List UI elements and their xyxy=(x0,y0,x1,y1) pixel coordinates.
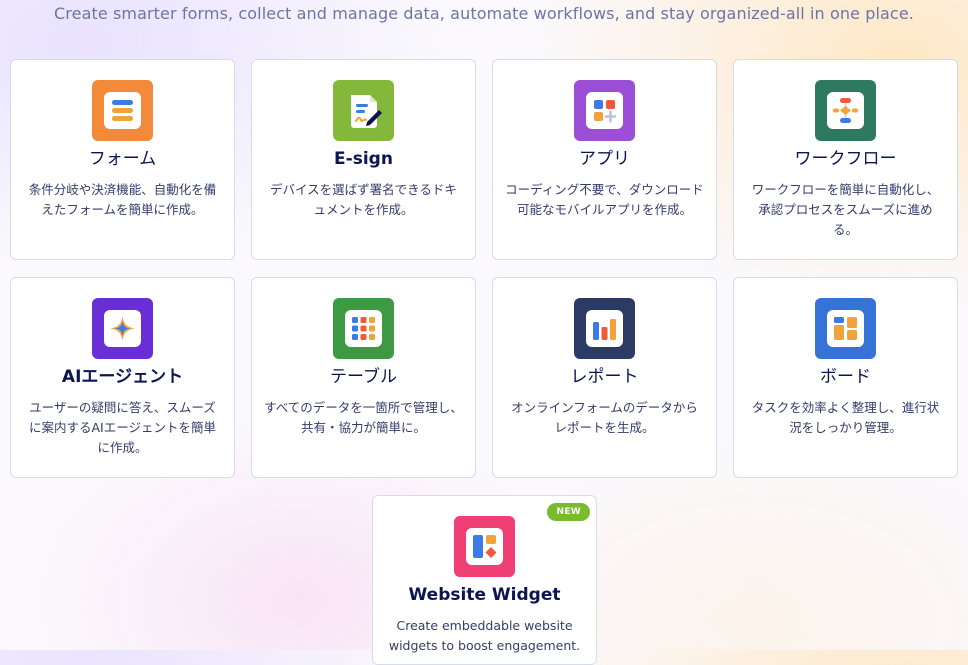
card-title: ワークフロー xyxy=(794,149,897,169)
app-grid-icon xyxy=(586,92,623,129)
card-description: タスクを効率よく整理し、進行状況をしっかり管理。 xyxy=(751,400,940,435)
product-card-boards[interactable]: ボード タスクを効率よく整理し、進行状況をしっかり管理。 xyxy=(733,277,958,478)
product-card-ai-agent[interactable]: AIエージェント ユーザーの疑問に答え、スムーズに案内するAIエージェントを簡単… xyxy=(10,277,235,478)
card-title: E-sign xyxy=(334,149,393,169)
product-card-reports[interactable]: レポート オンラインフォームのデータからレポートを生成。 xyxy=(492,277,717,478)
forms-icon-tile xyxy=(92,80,153,141)
product-card-apps[interactable]: アプリ コーディング不要で、ダウンロード可能なモバイルアプリを作成。 xyxy=(492,59,717,260)
esign-icon-tile xyxy=(333,80,394,141)
product-card-website-widget[interactable]: NEW Website Widget Create embeddable web… xyxy=(372,495,597,665)
product-card-workflow[interactable]: ワークフロー ワークフローを簡単に自動化し、承認プロセスをスムーズに進める。 xyxy=(733,59,958,260)
table-grid-icon xyxy=(345,310,382,347)
card-title: アプリ xyxy=(579,149,630,169)
card-description: すべてのデータを一箇所で管理し、共有・協力が簡単に。 xyxy=(264,400,463,435)
ai-sparkle-icon xyxy=(104,310,141,347)
card-title: Website Widget xyxy=(408,585,561,605)
widget-icon xyxy=(466,528,503,565)
board-icon xyxy=(827,310,864,347)
card-title: AIエージェント xyxy=(61,367,184,387)
card-description: コーディング不要で、ダウンロード可能なモバイルアプリを作成。 xyxy=(505,182,704,217)
form-icon xyxy=(104,92,141,129)
card-title: テーブル xyxy=(330,367,397,387)
page-subtitle: Create smarter forms, collect and manage… xyxy=(54,4,914,23)
apps-icon-tile xyxy=(574,80,635,141)
card-description: オンラインフォームのデータからレポートを生成。 xyxy=(511,400,698,435)
card-title: レポート xyxy=(570,367,639,387)
reports-icon-tile xyxy=(574,298,635,359)
card-title: ボード xyxy=(820,367,871,387)
product-card-esign[interactable]: E-sign デバイスを選ばず署名できるドキュメントを作成。 xyxy=(251,59,476,260)
workflow-icon xyxy=(827,92,864,129)
signature-document-icon xyxy=(350,94,382,128)
new-badge: NEW xyxy=(547,503,590,521)
boards-icon-tile xyxy=(815,298,876,359)
card-description: ユーザーの疑問に答え、スムーズに案内するAIエージェントを簡単に作成。 xyxy=(29,400,216,455)
card-description: ワークフローを簡単に自動化し、承認プロセスをスムーズに進める。 xyxy=(751,182,940,237)
card-description: Create embeddable website widgets to boo… xyxy=(388,618,581,653)
workflow-icon-tile xyxy=(815,80,876,141)
card-description: 条件分岐や決済機能、自動化を備えたフォームを簡単に作成。 xyxy=(28,182,217,217)
product-card-tables[interactable]: テーブル すべてのデータを一箇所で管理し、共有・協力が簡単に。 xyxy=(251,277,476,478)
card-title: フォーム xyxy=(88,149,157,169)
widget-icon-tile xyxy=(454,516,515,577)
product-grid: フォーム 条件分岐や決済機能、自動化を備えたフォームを簡単に作成。 E-sign… xyxy=(10,59,958,478)
product-card-forms[interactable]: フォーム 条件分岐や決済機能、自動化を備えたフォームを簡単に作成。 xyxy=(10,59,235,260)
bar-chart-icon xyxy=(586,310,623,347)
ai-agent-icon-tile xyxy=(92,298,153,359)
card-description: デバイスを選ばず署名できるドキュメントを作成。 xyxy=(270,182,457,217)
tables-icon-tile xyxy=(333,298,394,359)
